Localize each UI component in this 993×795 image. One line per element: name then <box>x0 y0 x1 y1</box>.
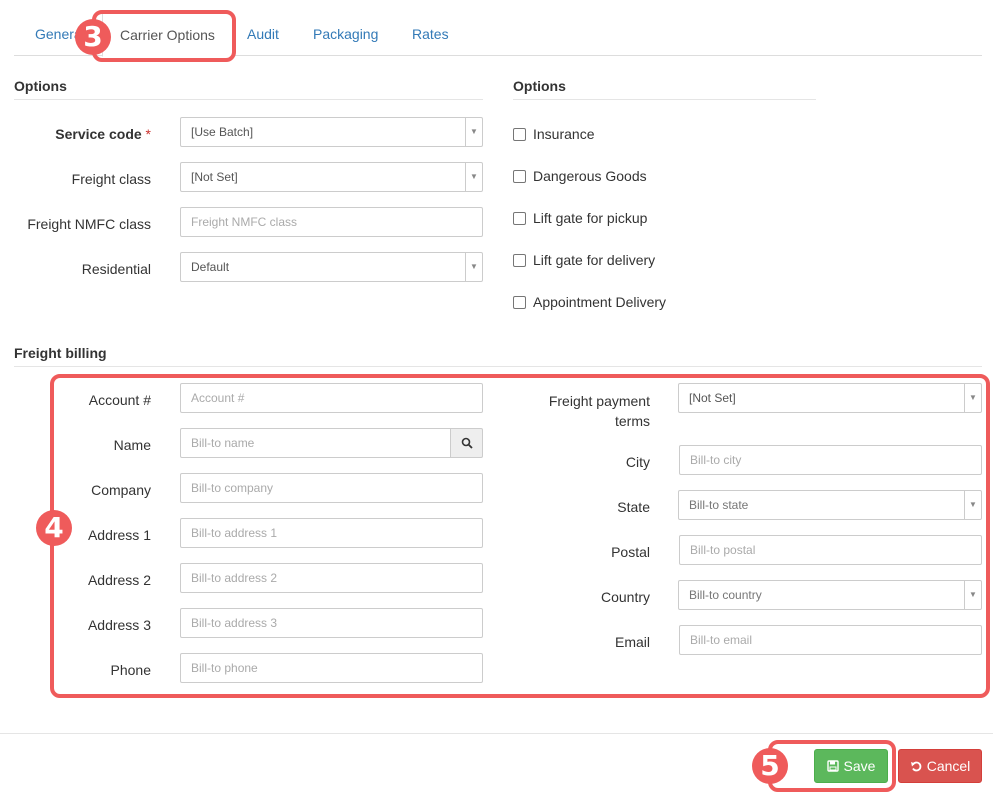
state-value: Bill-to state <box>689 498 749 512</box>
address3-input[interactable] <box>180 608 483 638</box>
checkbox-box[interactable] <box>513 211 526 225</box>
nmfc-input[interactable] <box>180 207 483 237</box>
state-select[interactable]: Bill-to state ▼ <box>678 490 982 520</box>
address2-input[interactable] <box>180 563 483 593</box>
cancel-label: Cancel <box>926 758 971 774</box>
payment-terms-value: [Not Set] <box>689 391 736 405</box>
footer-divider <box>0 733 993 734</box>
service-code-select[interactable]: [Use Batch] ▼ <box>180 117 483 147</box>
account-input[interactable] <box>180 383 483 413</box>
dangerous-goods-checkbox[interactable]: Dangerous Goods <box>513 168 647 184</box>
payment-terms-select[interactable]: [Not Set] ▼ <box>678 383 982 413</box>
tab-packaging[interactable]: Packaging <box>313 13 378 56</box>
payment-terms-label: Freight payment terms <box>548 393 650 429</box>
country-select[interactable]: Bill-to country ▼ <box>678 580 982 610</box>
company-input[interactable] <box>180 473 483 503</box>
freight-billing-title: Freight billing <box>14 345 982 367</box>
company-label: Company <box>91 482 151 498</box>
residential-label: Residential <box>81 261 151 277</box>
nmfc-label: Freight NMFC class <box>27 216 151 232</box>
city-label: City <box>625 454 650 470</box>
country-label: Country <box>600 589 650 605</box>
freight-class-value: [Not Set] <box>191 170 238 184</box>
annotation-box-3 <box>92 10 236 62</box>
caret-down-icon: ▼ <box>964 581 981 609</box>
country-value: Bill-to country <box>689 588 762 602</box>
caret-down-icon: ▼ <box>465 118 482 146</box>
search-icon <box>461 437 473 449</box>
email-label: Email <box>614 634 650 650</box>
checkbox-box[interactable] <box>513 253 526 267</box>
save-button[interactable]: Save <box>814 749 888 783</box>
phone-input[interactable] <box>180 653 483 683</box>
options-right-section-title: Options <box>513 78 816 100</box>
checkbox-box[interactable] <box>513 295 526 309</box>
save-label: Save <box>843 758 876 774</box>
name-search-button[interactable] <box>451 428 483 458</box>
caret-down-icon: ▼ <box>465 163 482 191</box>
lift-gate-pickup-checkbox[interactable]: Lift gate for pickup <box>513 210 647 226</box>
caret-down-icon: ▼ <box>964 491 981 519</box>
residential-value: Default <box>191 260 230 274</box>
annotation-number-3: 3 <box>75 19 111 55</box>
address3-label: Address 3 <box>87 617 151 633</box>
email-input[interactable] <box>679 625 982 655</box>
phone-label: Phone <box>110 662 151 678</box>
name-label: Name <box>113 437 151 453</box>
freight-class-label: Freight class <box>71 171 151 187</box>
lift-gate-delivery-checkbox[interactable]: Lift gate for delivery <box>513 252 655 268</box>
address1-input[interactable] <box>180 518 483 548</box>
caret-down-icon: ▼ <box>964 384 981 412</box>
state-label: State <box>617 499 650 515</box>
address2-label: Address 2 <box>87 572 151 588</box>
bill-to-name-input[interactable] <box>180 428 451 458</box>
freight-class-select[interactable]: [Not Set] ▼ <box>180 162 483 192</box>
address1-label: Address 1 <box>87 527 151 543</box>
insurance-checkbox[interactable]: Insurance <box>513 126 594 142</box>
caret-down-icon: ▼ <box>465 253 482 281</box>
checkbox-box[interactable] <box>513 169 526 183</box>
undo-icon <box>910 761 921 772</box>
appointment-delivery-checkbox[interactable]: Appointment Delivery <box>513 294 666 310</box>
tab-audit[interactable]: Audit <box>247 13 279 56</box>
options-section-title: Options <box>14 78 483 100</box>
city-input[interactable] <box>679 445 982 475</box>
service-code-label: Service code * <box>55 126 151 142</box>
account-label: Account # <box>88 392 151 408</box>
service-code-value: [Use Batch] <box>191 125 254 139</box>
postal-label: Postal <box>611 544 650 560</box>
floppy-disk-icon <box>826 760 839 772</box>
tab-rates[interactable]: Rates <box>412 13 449 56</box>
postal-input[interactable] <box>679 535 982 565</box>
checkbox-box[interactable] <box>513 127 526 141</box>
annotation-number-5: 5 <box>752 748 788 784</box>
required-marker: * <box>145 126 151 142</box>
residential-select[interactable]: Default ▼ <box>180 252 483 282</box>
cancel-button[interactable]: Cancel <box>898 749 982 783</box>
